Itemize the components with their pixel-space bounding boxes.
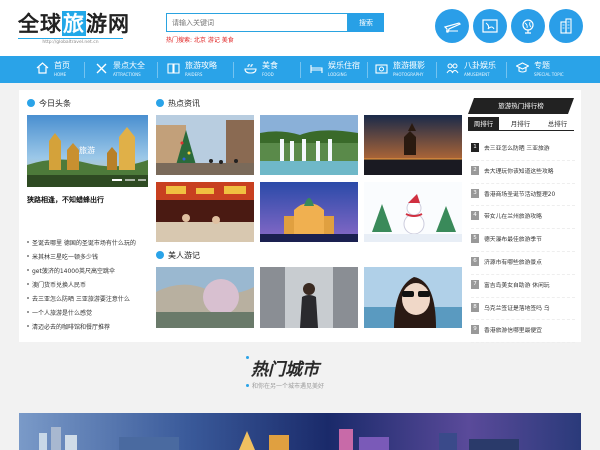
hot-info-image-6[interactable] bbox=[364, 182, 462, 242]
home-icon bbox=[36, 62, 49, 74]
hot-city-banner[interactable] bbox=[19, 413, 581, 450]
graduation-icon bbox=[516, 62, 529, 73]
tab-weekly[interactable]: 周排行 bbox=[468, 117, 499, 131]
logo-text: 全球旅游网 bbox=[18, 11, 130, 36]
hot-info-image-1[interactable] bbox=[156, 115, 254, 175]
today-feature-image[interactable]: 旅游 bbox=[27, 115, 148, 187]
city-icon[interactable] bbox=[549, 9, 583, 43]
svg-text:旅游: 旅游 bbox=[79, 145, 95, 155]
travel-notes-section-title: 美人游记 bbox=[156, 250, 200, 261]
hot-city-mark bbox=[246, 356, 249, 359]
ranking-item[interactable]: 6 济源市有哪些旅游景点 bbox=[471, 252, 575, 275]
today-feature-title[interactable]: 狭路相逢，不知蜡蜂出行 bbox=[27, 195, 104, 205]
hot-city-subtitle: 和你在另一个城市遇见美好 bbox=[252, 383, 325, 390]
ranking-item[interactable]: 1 去三亚怎么防晒 三亚旅游 bbox=[471, 138, 575, 161]
travel-note-image-3[interactable] bbox=[364, 267, 462, 328]
globe-icon[interactable] bbox=[511, 9, 545, 43]
ranking-item[interactable]: 2 去大理玩你该知道这些攻略 bbox=[471, 161, 575, 184]
tab-total[interactable]: 总排行 bbox=[542, 117, 573, 131]
list-item[interactable]: 去三亚怎么防晒 三亚旅游要注意什么 bbox=[27, 294, 157, 308]
hot-info-image-4[interactable] bbox=[156, 182, 254, 242]
ranking-item[interactable]: 8 乌克兰签证是落地签吗 乌 bbox=[471, 298, 575, 321]
main-nav: 首页 HOME 景点大全 ATTRACTIONS 旅游攻略 RAIDERS 美食 FOO… bbox=[0, 56, 600, 83]
hot-city-title: 热门城市 bbox=[251, 360, 319, 380]
ranking-item[interactable]: 5 德天瀑布最佳旅游季节 bbox=[471, 229, 575, 252]
hot-city-mark bbox=[246, 384, 249, 387]
list-item[interactable]: 清迈必去的咖啡馆和餐厅推荐 bbox=[27, 322, 157, 336]
hot-info-image-3[interactable] bbox=[364, 115, 462, 175]
tools-icon bbox=[96, 63, 107, 74]
map-icon[interactable] bbox=[473, 9, 507, 43]
travel-note-image-1[interactable] bbox=[156, 267, 254, 328]
hot-info-image-2[interactable] bbox=[260, 115, 358, 175]
plane-icon[interactable] bbox=[435, 9, 469, 43]
logo-url: http://globaltravel.net.cn bbox=[18, 38, 123, 45]
list-item[interactable]: get菠济的14000英尺高空跳伞 bbox=[27, 266, 157, 280]
travel-note-image-2[interactable] bbox=[260, 267, 358, 328]
list-item[interactable]: 一个人旅游是什么感觉 bbox=[27, 308, 157, 322]
today-section-title: 今日头条 bbox=[27, 98, 71, 109]
list-item[interactable]: 澳门货币兑换人民币 bbox=[27, 280, 157, 294]
today-news-list: 圣诞去哪里 德国的圣诞市场有什么玩的 米其林三星吃一顿多少钱 get菠济的140… bbox=[27, 238, 157, 336]
main-content: 今日头条 旅游 狭路相逢，不知蜡蜂出行 圣诞去哪里 德国的圣诞市场有什么玩的 米… bbox=[19, 90, 581, 344]
book-icon bbox=[167, 63, 180, 74]
site-logo[interactable]: 全球旅游网 http://globaltravel.net.cn bbox=[18, 8, 158, 48]
ranking-item[interactable]: 7 富吉岛美女自助游 休闲玩 bbox=[471, 275, 575, 298]
ranking-item[interactable]: 9 香港旅游信哪里最便宜 bbox=[471, 320, 575, 344]
search-button[interactable]: 搜索 bbox=[348, 13, 384, 32]
people-icon bbox=[446, 63, 459, 74]
ranking-tabs: 周排行 月排行 总排行 bbox=[468, 117, 574, 131]
hot-info-image-5[interactable] bbox=[260, 182, 358, 242]
ranking-item[interactable]: 4 带女儿在兰州旅游攻略 bbox=[471, 206, 575, 230]
ranking-list: 1 去三亚怎么防晒 三亚旅游 2 去大理玩你该知道这些攻略 3 香港商场圣诞节活动整理… bbox=[471, 138, 575, 344]
tab-monthly[interactable]: 月排行 bbox=[505, 117, 536, 131]
ranking-header: 旅游热门排行榜 bbox=[468, 98, 574, 114]
site-header: 全球旅游网 http://globaltravel.net.cn 搜索 热门搜索… bbox=[0, 0, 600, 56]
bed-icon bbox=[310, 65, 323, 73]
food-icon bbox=[244, 64, 257, 74]
search-input[interactable] bbox=[166, 13, 348, 32]
ranking-item[interactable]: 3 香港商场圣诞节活动整理20 bbox=[471, 184, 575, 207]
list-item[interactable]: 圣诞去哪里 德国的圣诞市场有什么玩的 bbox=[27, 238, 157, 252]
camera-icon bbox=[375, 64, 388, 74]
hot-search-links[interactable]: 热门搜索: 北京 游记 美食 bbox=[166, 35, 234, 44]
hot-info-section-title: 热点资讯 bbox=[156, 98, 200, 109]
list-item[interactable]: 米其林三星吃一顿多少钱 bbox=[27, 252, 157, 266]
